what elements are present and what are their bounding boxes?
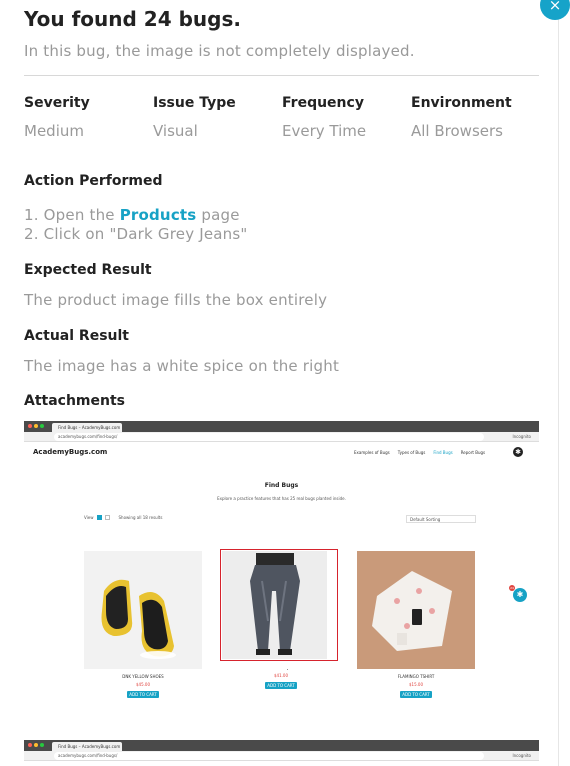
- expected-result-label: Expected Result: [24, 262, 152, 278]
- window-max-dot: [40, 743, 44, 747]
- attachments-label: Attachments: [24, 393, 126, 409]
- action-step-1: 1. Open the Products page: [24, 206, 240, 224]
- product-name: FLAMINGO TSHIRT: [397, 674, 435, 679]
- product-card: FLAMINGO TSHIRT $15.00 ADD TO CART: [357, 551, 475, 698]
- meta-value: All Browsers: [411, 122, 503, 140]
- bug-meta-grid: Severity Medium Issue Type Visual Freque…: [24, 95, 544, 140]
- site-heading: Find Bugs: [264, 482, 299, 489]
- bug-counter-badge: 24: [509, 585, 515, 591]
- product-price: $45.00: [136, 682, 150, 687]
- meta-label: Environment: [411, 95, 512, 111]
- actual-result-text: The image has a white spice on the right: [24, 357, 340, 375]
- browser-tab: Find Bugs – AcademyBugs.com: [52, 742, 122, 751]
- expected-result-text: The product image fills the box entirely: [24, 291, 328, 309]
- view-toggle: View Showing all 18 results: [84, 515, 162, 520]
- browser-tab: Find Bugs – AcademyBugs.com: [52, 423, 122, 432]
- browser-tab-bar: Find Bugs – AcademyBugs.com: [24, 740, 539, 751]
- url-text: academybugs.com/find-bugs/: [54, 752, 484, 760]
- nav-item: Types of Bugs: [397, 450, 426, 455]
- meta-severity: Severity Medium: [24, 95, 153, 140]
- url-text: academybugs.com/find-bugs/: [54, 433, 484, 441]
- step-1-suffix: page: [196, 206, 240, 224]
- page-title: You found 24 bugs.: [24, 7, 241, 31]
- step-1-prefix: 1. Open the: [24, 206, 120, 224]
- add-to-cart-button: ADD TO CART: [400, 691, 432, 698]
- browser-tab-bar: Find Bugs – AcademyBugs.com: [24, 421, 539, 432]
- meta-value: Every Time: [282, 122, 367, 140]
- site-intro: Explore a practice features that has 25 …: [217, 496, 346, 501]
- results-count: Showing all 18 results: [118, 515, 163, 520]
- actual-result-label: Actual Result: [24, 328, 129, 344]
- meta-environment: Environment All Browsers: [411, 95, 540, 140]
- bug-counter-icon: ✱: [513, 588, 527, 602]
- incognito-label: Incognito: [512, 753, 531, 758]
- product-price: $15.00: [409, 682, 423, 687]
- site-page: AcademyBugs.com Examples of Bugs Types o…: [24, 442, 539, 711]
- incognito-label: Incognito: [512, 434, 531, 439]
- nav-item: Report Bugs: [460, 450, 486, 455]
- nav-item-active: Find Bugs: [433, 450, 453, 455]
- bug-report-modal: You found 24 bugs. In this bug, the imag…: [0, 0, 558, 766]
- window-min-dot: [34, 743, 38, 747]
- scrollbar[interactable]: [558, 0, 570, 766]
- products-link[interactable]: Products: [120, 206, 197, 224]
- add-to-cart-button: ADD TO CART: [127, 691, 159, 698]
- meta-value: Medium: [24, 122, 84, 140]
- shoes-image: [101, 579, 176, 659]
- window-min-dot: [34, 424, 38, 428]
- attachment-screenshot[interactable]: Find Bugs – AcademyBugs.com academybugs.…: [24, 740, 539, 766]
- meta-value: Visual: [153, 122, 198, 140]
- action-performed-label: Action Performed: [24, 173, 163, 189]
- product-name: DNK YELLOW SHOES: [122, 674, 164, 679]
- address-bar: academybugs.com/find-bugs/ Incognito: [24, 751, 539, 761]
- product-image-shoes: [84, 551, 202, 669]
- action-step-2: 2. Click on "Dark Grey Jeans": [24, 225, 248, 243]
- site-nav: Examples of Bugs Types of Bugs Find Bugs…: [354, 450, 485, 455]
- meta-label: Severity: [24, 95, 90, 111]
- attachment-screenshot[interactable]: Find Bugs – AcademyBugs.com academybugs.…: [24, 421, 539, 711]
- tshirt-image: [372, 571, 452, 651]
- meta-label: Frequency: [282, 95, 364, 111]
- site-logo: AcademyBugs.com: [33, 448, 108, 456]
- grid-view-icon: [96, 515, 102, 520]
- product-price: $41.00: [274, 673, 288, 678]
- add-to-cart-button: ADD TO CART: [265, 682, 297, 689]
- list-view-icon: [104, 515, 110, 520]
- bug-description: In this bug, the image is not completely…: [24, 42, 415, 60]
- bug-icon: ✱: [513, 447, 523, 457]
- window-close-dot: [28, 424, 32, 428]
- bug-highlight-box: [220, 549, 338, 661]
- address-bar: academybugs.com/find-bugs/ Incognito: [24, 432, 539, 442]
- meta-label: Issue Type: [153, 95, 236, 111]
- meta-frequency: Frequency Every Time: [282, 95, 411, 140]
- divider: [24, 75, 539, 76]
- window-close-dot: [28, 743, 32, 747]
- sort-select: Default Sorting: [406, 515, 476, 523]
- nav-item: Examples of Bugs: [354, 450, 390, 455]
- product-card: DNK YELLOW SHOES $45.00 ADD TO CART: [84, 551, 202, 698]
- view-label: View: [84, 515, 94, 520]
- window-max-dot: [40, 424, 44, 428]
- product-image-tshirt: [357, 551, 475, 669]
- meta-issue-type: Issue Type Visual: [153, 95, 282, 140]
